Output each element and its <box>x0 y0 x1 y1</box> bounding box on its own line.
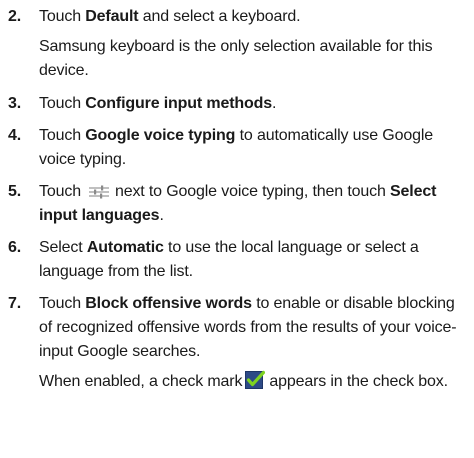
step-number: 2. <box>8 8 22 25</box>
step-note: Samsung keyboard is the only selection a… <box>39 38 433 79</box>
ui-term: Automatic <box>86 239 164 256</box>
step-number: 6. <box>8 239 22 256</box>
step-note-text: When enabled, a check mark <box>39 373 243 390</box>
step-text: Touch <box>39 95 86 112</box>
step-number: 5. <box>8 183 22 200</box>
step-2: 2. Touch Default and select a keyboard. … <box>8 5 468 83</box>
step-4: 4. Touch Google voice typing to automati… <box>8 124 468 172</box>
step-number: 7. <box>8 295 22 312</box>
step-text: Touch <box>39 295 86 312</box>
ui-term: Configure input methods <box>85 95 273 112</box>
step-7: 7. Touch Block offensive words to enable… <box>8 292 468 394</box>
check-mark-icon <box>245 370 266 390</box>
step-number: 3. <box>8 95 22 112</box>
step-text: Touch <box>39 8 86 25</box>
instruction-list: 2. Touch Default and select a keyboard. … <box>8 5 468 394</box>
step-text: Touch <box>39 127 86 144</box>
step-text: and select a keyboard. <box>138 8 301 25</box>
step-5: 5. Touch next to Google voice typing, th… <box>8 180 468 228</box>
ui-term: Default <box>85 8 139 25</box>
step-3: 3. Touch Configure input methods. <box>8 92 468 116</box>
ui-term: Google voice typing <box>85 127 236 144</box>
step-text: Touch <box>39 183 81 200</box>
step-text: . <box>159 207 164 224</box>
step-note-text: appears in the check box. <box>269 373 448 390</box>
settings-icon <box>88 183 109 199</box>
step-text: Select <box>39 239 87 256</box>
step-note: When enabled, a check mark appears in th… <box>39 370 468 394</box>
step-text: . <box>272 95 277 112</box>
step-number: 4. <box>8 127 22 144</box>
ui-term: Block offensive words <box>85 295 252 312</box>
step-6: 6. Select Automatic to use the local lan… <box>8 236 468 284</box>
step-text: next to Google voice typing, then touch <box>114 183 391 200</box>
